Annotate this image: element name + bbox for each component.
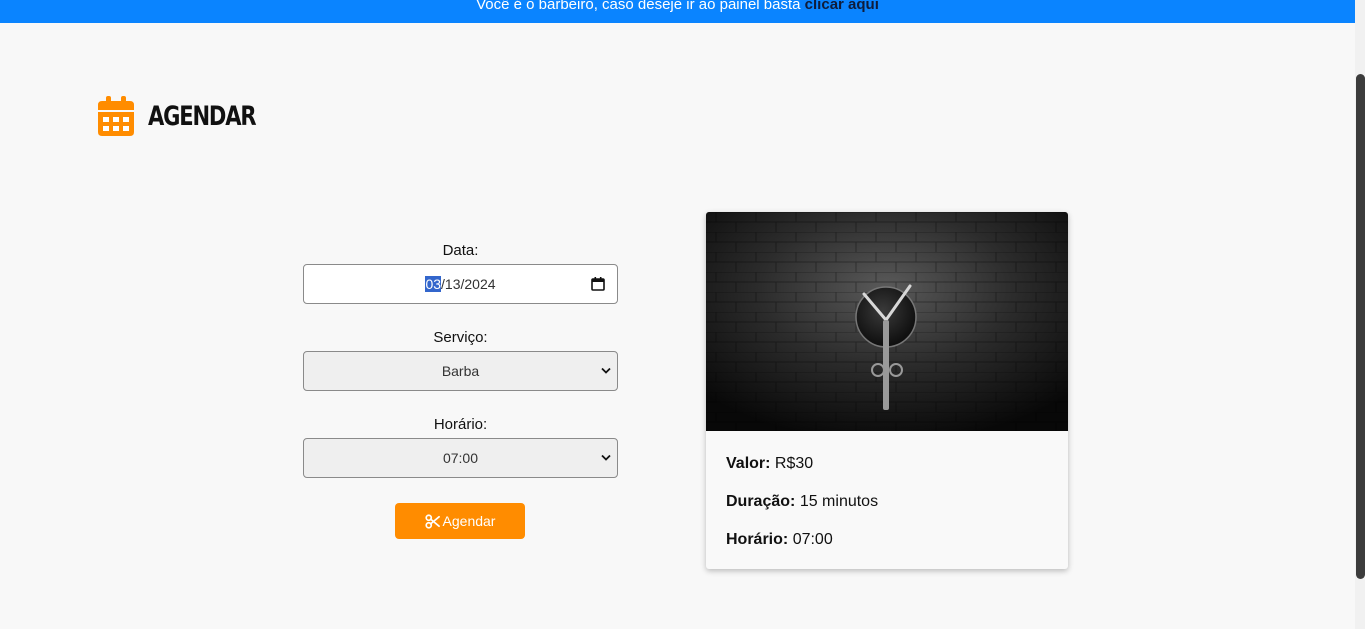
date-picker-icon[interactable] (591, 277, 605, 291)
time-row: Horário: 07:00 (726, 531, 833, 549)
date-input[interactable]: 03/13/2024 (303, 264, 618, 304)
page-title: Agendar (148, 100, 257, 132)
chevron-down-icon (601, 367, 611, 374)
banner-text: Você é o barbeiro, caso deseje ir ao pai… (476, 0, 805, 13)
calendar-icon (98, 96, 134, 136)
price-label: Valor: (726, 455, 771, 472)
time-label: Horário: (433, 416, 488, 433)
date-month: 03 (425, 276, 442, 292)
service-photo (706, 212, 1068, 431)
page-heading: Agendar (98, 96, 286, 136)
date-label: Data: (442, 242, 479, 259)
top-banner: Você é o barbeiro, caso deseje ir ao pai… (0, 0, 1355, 23)
time-select[interactable]: 07:00 (303, 438, 618, 478)
banner-link[interactable]: clicar aqui (805, 0, 879, 13)
service-select[interactable]: Barba (303, 351, 618, 391)
duration-row: Duração: 15 minutos (726, 493, 878, 511)
date-rest: /13/2024 (441, 276, 496, 292)
duration-label: Duração: (726, 493, 796, 510)
scrollbar-thumb[interactable] (1356, 74, 1365, 579)
booking-form: Data: 03/13/2024 Serviço: Barba Horário:… (303, 242, 618, 478)
card-time-label: Horário: (726, 531, 789, 548)
time-value: 07:00 (442, 450, 479, 466)
service-card: Valor: R$30 Duração: 15 minutos Horário:… (706, 212, 1068, 569)
card-time-value: 07:00 (792, 531, 833, 548)
scrollbar[interactable] (1355, 0, 1365, 629)
price-value: R$30 (774, 455, 814, 472)
schedule-button[interactable]: Agendar (395, 503, 525, 539)
chevron-down-icon (601, 454, 611, 461)
scissors-icon (424, 513, 440, 529)
service-value: Barba (441, 363, 480, 379)
duration-value: 15 minutos (799, 493, 879, 510)
date-value: 03/13/2024 (425, 276, 496, 292)
schedule-button-label: Agendar (442, 513, 496, 529)
price-row: Valor: R$30 (726, 455, 813, 473)
service-label: Serviço: (433, 329, 488, 346)
